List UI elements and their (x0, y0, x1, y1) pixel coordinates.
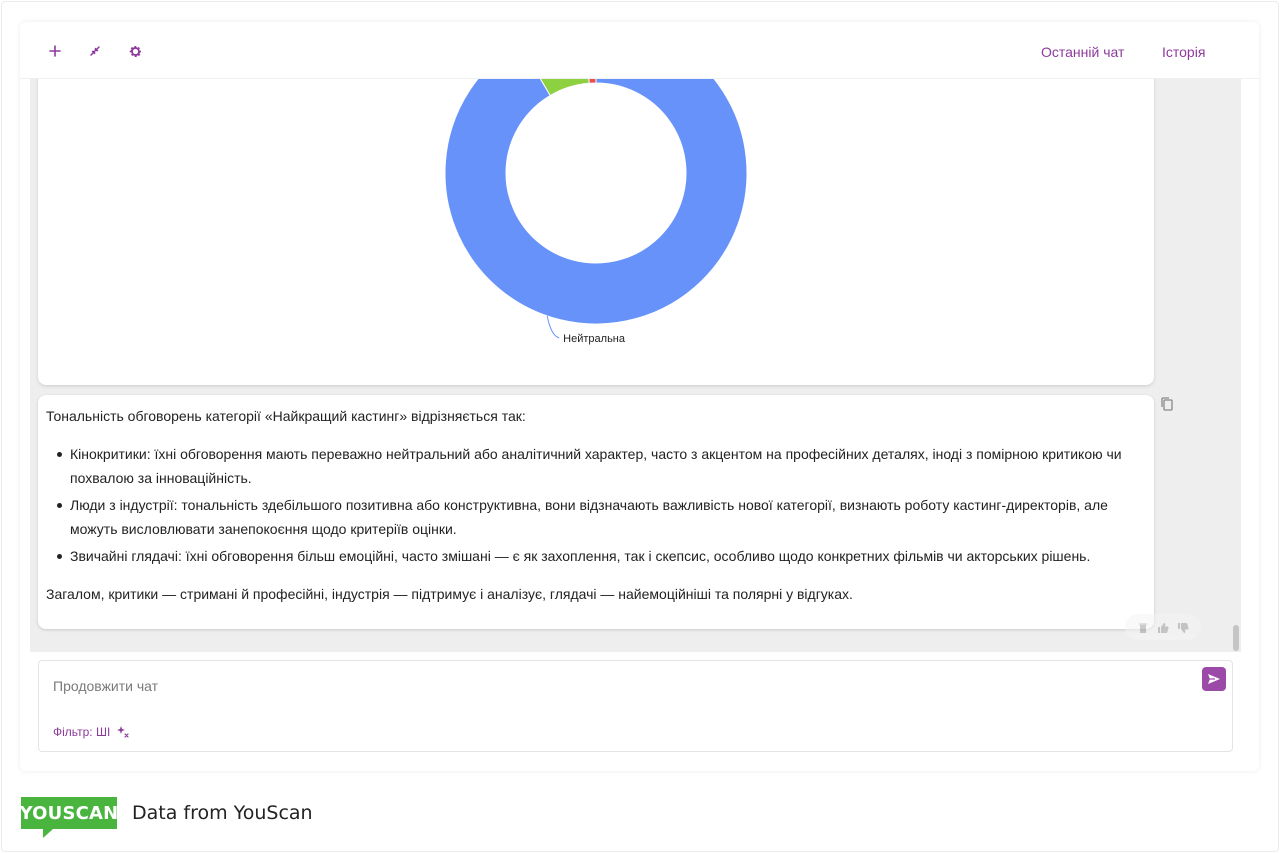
chat-input-box: Фільтр: ШІ (38, 660, 1233, 752)
toolbar: Останній чат Історія (20, 22, 1259, 79)
ai-filter-toggle[interactable]: Фільтр: ШІ (53, 725, 130, 739)
data-source-text: Data from YouScan (132, 802, 313, 824)
filter-label: Фільтр: ШІ (53, 725, 111, 739)
list-item: Кінокритики: їхні обговорення мають пере… (46, 442, 1146, 490)
answer-bullet-list: Кінокритики: їхні обговорення мають пере… (46, 442, 1146, 568)
sentiment-donut-chart: Нейтральна (444, 79, 748, 345)
trash-icon[interactable] (1137, 621, 1149, 633)
last-chat-link[interactable]: Останній чат (1041, 44, 1124, 60)
answer-intro: Тональність обговорень категорії «Найкра… (46, 408, 526, 424)
logo-text: YOUSCAN (19, 802, 119, 824)
chart-message-card: Нейтральна (38, 79, 1154, 385)
answer-summary: Загалом, критики — стримані й професійні… (46, 586, 853, 602)
chat-messages[interactable]: Нейтральна Тональність обговорень катего… (30, 79, 1241, 652)
answer-message-card: Тональність обговорень категорії «Найкра… (38, 395, 1154, 629)
sparkle-off-icon (117, 726, 129, 738)
history-link[interactable]: Історія (1162, 44, 1205, 60)
thumbs-up-icon[interactable] (1157, 621, 1169, 633)
continue-chat-input[interactable] (53, 675, 1153, 697)
thumbs-down-icon[interactable] (1177, 621, 1189, 633)
list-item: Люди з індустрії: тональність здебільшог… (46, 493, 1146, 541)
donut-slice-0[interactable] (444, 79, 748, 325)
copy-icon[interactable] (1160, 396, 1176, 414)
footer: YOUSCAN Data from YouScan (19, 793, 313, 838)
scrollbar-thumb[interactable] (1233, 625, 1239, 651)
send-icon (1208, 674, 1220, 684)
gear-icon[interactable] (124, 40, 146, 62)
slice-label-neutral: Нейтральна (563, 333, 626, 345)
chat-panel: Останній чат Історія Нейтральна Тональні… (20, 22, 1259, 771)
logo-tail (43, 829, 53, 838)
list-item: Звичайні глядачі: їхні обговорення більш… (46, 544, 1146, 568)
plus-icon[interactable] (44, 40, 66, 62)
send-button[interactable] (1202, 667, 1226, 691)
feedback-bar (1125, 614, 1201, 640)
youscan-logo: YOUSCAN (19, 797, 119, 838)
collapse-icon[interactable] (84, 40, 106, 62)
